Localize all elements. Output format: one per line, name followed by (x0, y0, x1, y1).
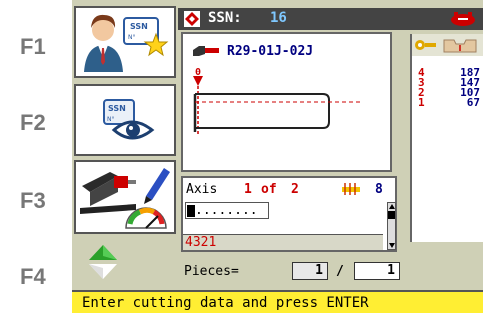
input-scrollbar[interactable] (387, 202, 396, 250)
key-profile-panel: R29-01J-02J 0 (181, 32, 392, 172)
pieces-total-field[interactable]: 1 (354, 262, 400, 280)
axis-input-panel: Axis 1 of 2 8 ........ 4321 (181, 176, 397, 252)
axis-label: Axis (186, 182, 218, 197)
arrow-up-icon[interactable] (89, 245, 117, 260)
f1-user-ssn-button[interactable]: SSN N° (74, 6, 176, 78)
ssn-label: SSN: (208, 10, 242, 26)
pieces-separator: / (336, 264, 344, 279)
brand-logo-icon (451, 12, 475, 26)
code-value: 4321 (185, 235, 217, 250)
f2-view-ssn-button[interactable]: SSN N° (74, 84, 176, 156)
scroll-thumb[interactable] (388, 211, 395, 219)
cut-list: 4 187 3 147 2 107 1 67 (418, 67, 480, 109)
key-slot-header (412, 34, 483, 56)
cut-row: 1 67 (418, 96, 480, 109)
svg-text:N°: N° (128, 34, 136, 41)
scroll-up-icon[interactable] (389, 204, 395, 209)
scroll-down-icon[interactable] (389, 243, 395, 248)
cutter-count: 8 (375, 182, 383, 197)
pieces-current-value: 1 (315, 263, 323, 278)
diamond-icon (184, 11, 200, 27)
svg-text:SSN: SSN (130, 22, 148, 31)
svg-text:SSN: SSN (108, 104, 126, 113)
f2-key-label: F2 (20, 110, 46, 135)
cut-data-input[interactable]: ........ (185, 202, 269, 219)
axis-current: 1 (244, 182, 252, 197)
device-screen: SSN N° SSN N° SSN: 16 R29-01J-02J 0 4 18… (72, 0, 483, 313)
f4-key-label: F4 (20, 264, 46, 289)
axis-total: 2 (291, 182, 299, 197)
f3-key-label: F3 (20, 188, 46, 213)
pieces-label: Pieces= (184, 264, 239, 279)
scroll-arrows (89, 245, 117, 279)
key-code: R29-01J-02J (227, 44, 314, 59)
svg-text:N°: N° (107, 116, 115, 123)
cut-data-value: ........ (195, 203, 258, 218)
status-bar: Enter cutting data and press ENTER (72, 290, 483, 313)
cut-value: 67 (466, 96, 480, 109)
header-bar: SSN: 16 (178, 8, 483, 30)
code-display: 4321 (183, 234, 383, 250)
cutter-icon (342, 183, 360, 195)
arrow-down-icon[interactable] (89, 264, 117, 279)
pieces-current-field[interactable]: 1 (292, 262, 328, 280)
f3-cut-settings-button[interactable] (74, 160, 176, 234)
status-message: Enter cutting data and press ENTER (82, 295, 369, 311)
view-ssn-icon: SSN N° (103, 99, 155, 140)
ssn-value: 16 (270, 10, 287, 26)
key-profile-drawing (193, 76, 363, 134)
cut-values-panel: 4 187 3 147 2 107 1 67 (410, 34, 483, 242)
key-blank-icon (193, 46, 219, 56)
user-ssn-icon: SSN N° (84, 14, 169, 72)
f1-key-label: F1 (20, 34, 46, 59)
clamp-icon (443, 39, 477, 53)
text-cursor (187, 204, 195, 217)
cutting-tool-icon (80, 168, 170, 229)
pieces-total-value: 1 (387, 263, 395, 278)
axis-of: of (261, 182, 277, 197)
cut-index: 1 (418, 96, 425, 109)
key-head-icon (415, 40, 436, 50)
